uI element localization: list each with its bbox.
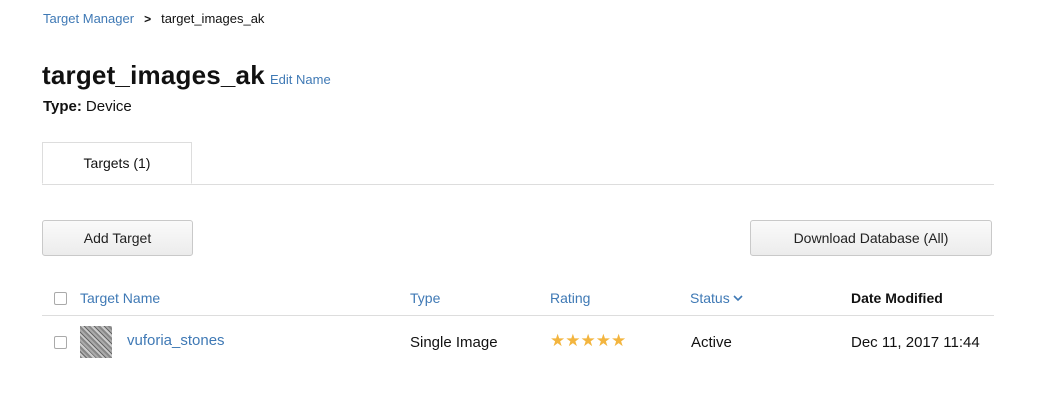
rating-stars-icon: ★★★★★ bbox=[550, 331, 627, 350]
breadcrumb-target-manager-link[interactable]: Target Manager bbox=[43, 11, 134, 26]
breadcrumb-current: target_images_ak bbox=[161, 11, 265, 26]
column-header-date-modified: Date Modified bbox=[851, 290, 943, 306]
type-value: Device bbox=[85, 98, 132, 115]
type-label: Type: bbox=[43, 98, 82, 115]
tab-targets[interactable]: Targets (1) bbox=[42, 142, 192, 184]
database-type: Type: Device bbox=[43, 98, 132, 115]
target-status: Active bbox=[691, 334, 732, 351]
row-checkbox[interactable] bbox=[54, 336, 67, 349]
column-header-type[interactable]: Type bbox=[410, 290, 440, 306]
add-target-button[interactable]: Add Target bbox=[42, 220, 193, 256]
download-database-button[interactable]: Download Database (All) bbox=[750, 220, 992, 256]
select-all-checkbox[interactable] bbox=[54, 292, 67, 305]
target-name-link[interactable]: vuforia_stones bbox=[127, 332, 225, 349]
tab-divider bbox=[42, 184, 994, 185]
column-header-target-name[interactable]: Target Name bbox=[80, 290, 160, 306]
edit-name-link[interactable]: Edit Name bbox=[270, 72, 331, 87]
target-thumbnail[interactable] bbox=[80, 326, 112, 358]
column-header-status[interactable]: Status bbox=[690, 290, 743, 306]
target-type: Single Image bbox=[410, 334, 498, 351]
breadcrumb: Target Manager > target_images_ak bbox=[43, 11, 264, 26]
column-header-rating[interactable]: Rating bbox=[550, 290, 590, 306]
table-header-divider bbox=[42, 315, 994, 316]
column-header-status-label: Status bbox=[690, 290, 730, 306]
chevron-down-icon bbox=[733, 294, 743, 305]
breadcrumb-separator-icon: > bbox=[144, 11, 152, 26]
target-date-modified: Dec 11, 2017 11:44 bbox=[851, 334, 980, 351]
page-title: target_images_ak bbox=[42, 60, 265, 90]
